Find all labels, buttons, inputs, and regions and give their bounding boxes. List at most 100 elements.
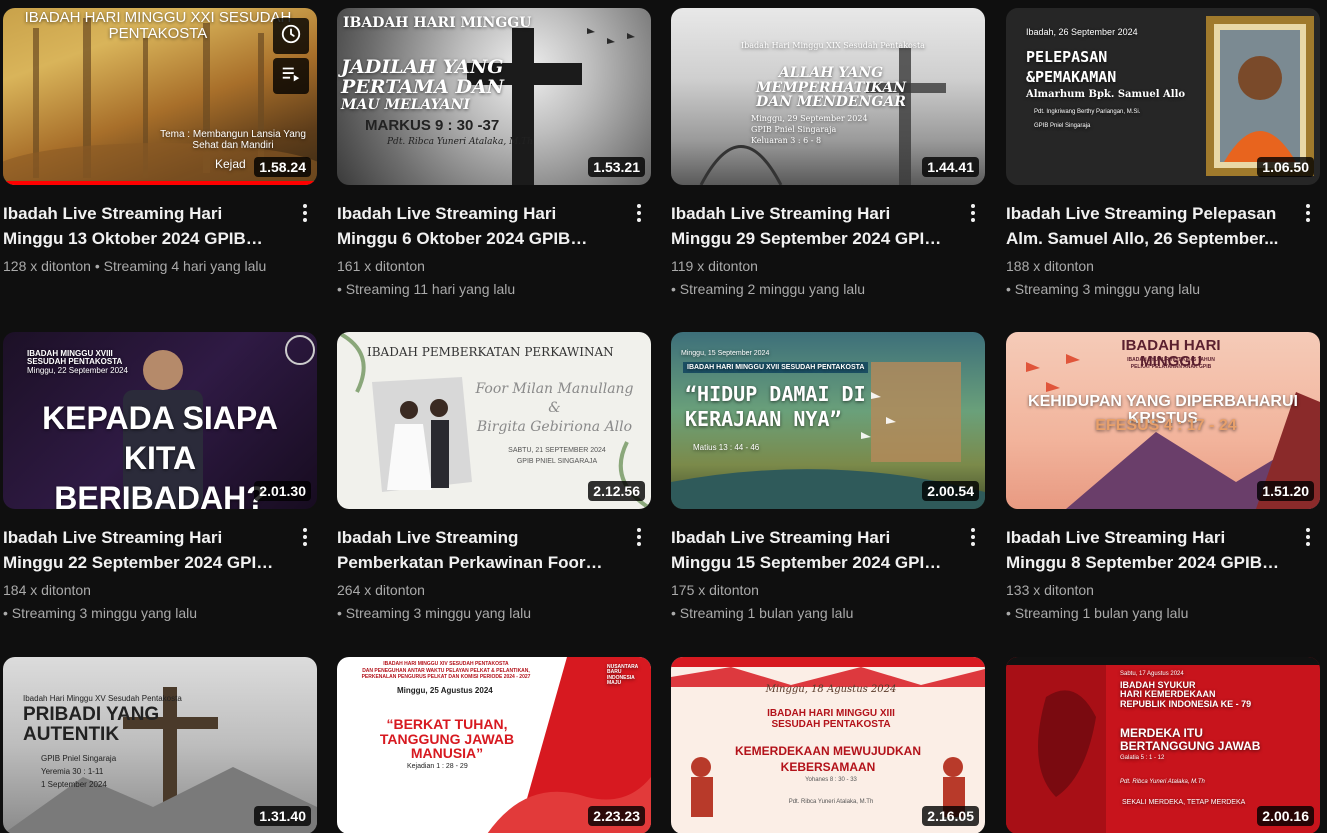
thumb-title: JADILAH YANG PERTAMA DAN MAU MELAYANI	[341, 56, 505, 113]
thumb-motto: SEKALI MERDEKA, TETAP MERDEKA	[1122, 799, 1246, 806]
video-thumbnail[interactable]: IBADAH PEMBERKATAN PERKAWINAN Foor Milan…	[337, 332, 651, 509]
thumb-heading: IBADAH HARI MINGGU XVII SESUDAH PENTAKOS…	[683, 362, 869, 374]
video-title[interactable]: Ibadah Live Streaming Pemberkatan Perkaw…	[337, 525, 617, 575]
more-vert-icon	[971, 528, 975, 546]
thumb-subheading: IBADAH SYUKUR HUT KE-65 TAHUN PELKAT PELA…	[1127, 357, 1215, 370]
thumb-title: MERDEKA ITU BERTANGGUNG JAWAB	[1120, 726, 1261, 753]
duration-badge: 1.06.50	[1257, 157, 1314, 177]
watch-later-button[interactable]	[273, 18, 309, 54]
more-actions-button[interactable]	[1296, 525, 1320, 549]
thumb-reading: Kejad	[215, 157, 246, 171]
more-actions-button[interactable]	[627, 201, 651, 225]
thumb-preacher: Pdt. Ribca Yuneri Atalaka, M.Th	[788, 799, 874, 805]
duration-badge: 2.00.16	[1257, 806, 1314, 826]
video-thumbnail[interactable]: IBADAH HARI MINGGU XXI SESUDAH PENTAKOSTA…	[3, 8, 317, 185]
more-vert-icon	[303, 528, 307, 546]
thumb-date: Minggu, 25 Agustus 2024	[397, 686, 493, 695]
thumb-title: ALLAH YANG MEMPERHATIKAN DAN MENDENGAR	[755, 65, 907, 111]
thumb-date: Ibadah, 26 September 2024	[1026, 27, 1138, 37]
add-to-queue-button[interactable]	[273, 58, 309, 94]
thumb-details: Pdt. Ingkriwang Berthy Pariangan, M.Si. G…	[1034, 109, 1141, 129]
video-title[interactable]: Ibadah Live Streaming Hari Minggu 6 Okto…	[337, 201, 617, 251]
video-metadata: 264 x ditonton • Streaming 3 minggu yang …	[337, 582, 532, 621]
more-actions-button[interactable]	[1296, 201, 1320, 225]
video-title[interactable]: Ibadah Live Streaming Hari Minggu 13 Okt…	[3, 201, 283, 251]
thumb-reading: Galatia 5 : 1 - 12	[1120, 755, 1165, 761]
video-card[interactable]: IBADAH PEMBERKATAN PERKAWINAN Foor Milan…	[337, 332, 651, 625]
duration-badge: 2.23.23	[588, 806, 645, 826]
thumb-preacher: Pdt. Ribca Yuneri Atalaka, M.Th	[1120, 779, 1205, 785]
thumb-date: Sabtu, 17 Agustus 2024	[1120, 671, 1184, 677]
video-metadata: 175 x ditonton • Streaming 1 bulan yang l…	[671, 582, 854, 621]
video-card[interactable]: Sabtu, 17 Agustus 2024 IBADAH SYUKUR HARI…	[1006, 657, 1320, 833]
video-thumbnail[interactable]: IBADAH HARI MINGGU XIV SESUDAH PENTAKOST…	[337, 657, 651, 833]
thumb-title: KEMERDEKAAN MEWUJUDKAN KEBERSAMAAN	[735, 744, 921, 775]
more-vert-icon	[637, 528, 641, 546]
duration-badge: 2.12.56	[588, 481, 645, 501]
video-card[interactable]: Minggu, 18 Agustus 2024 IBADAH HARI MING…	[671, 657, 985, 833]
video-card[interactable]: IBADAH MINGGU XVIII SESUDAH PENTAKOSTA Min…	[3, 332, 317, 625]
more-actions-button[interactable]	[293, 525, 317, 549]
more-vert-icon	[1306, 204, 1310, 222]
video-title[interactable]: Ibadah Live Streaming Hari Minggu 29 Sep…	[671, 201, 951, 251]
more-vert-icon	[971, 204, 975, 222]
video-metadata: 128 x ditonton • Streaming 4 hari yang l…	[3, 258, 267, 274]
video-thumbnail[interactable]: IBADAH MINGGU XVIII SESUDAH PENTAKOSTA Min…	[3, 332, 317, 509]
video-thumbnail[interactable]: Ibadah Hari Minggu XV Sesudah Pentakosta…	[3, 657, 317, 833]
thumb-theme: Tema : Membangun Lansia Yang Sehat dan Ma…	[160, 129, 306, 151]
video-thumbnail[interactable]: Minggu, 18 Agustus 2024 IBADAH HARI MING…	[671, 657, 985, 833]
duration-badge: 1.31.40	[254, 806, 311, 826]
video-card[interactable]: Minggu, 15 September 2024 IBADAH HARI MI…	[671, 332, 985, 625]
more-vert-icon	[303, 204, 307, 222]
duration-badge: 2.01.30	[254, 481, 311, 501]
thumb-title: “BERKAT TUHAN, TANGGUNG JAWAB MANUSIA”	[379, 716, 515, 762]
video-card[interactable]: Ibadah, 26 September 2024 PELEPASAN &PEMA…	[1006, 8, 1320, 301]
more-actions-button[interactable]	[627, 525, 651, 549]
queue-icon	[280, 63, 302, 90]
more-actions-button[interactable]	[961, 201, 985, 225]
video-metadata: 119 x ditonton • Streaming 2 minggu yang …	[671, 258, 866, 297]
duration-badge: 1.53.21	[588, 157, 645, 177]
thumb-reading: EFESUS 4 : 17 - 24	[1095, 417, 1237, 434]
video-thumbnail[interactable]: Sabtu, 17 Agustus 2024 IBADAH SYUKUR HARI…	[1006, 657, 1320, 833]
video-title[interactable]: Ibadah Live Streaming Pelepasan Alm. Sam…	[1006, 201, 1286, 251]
more-actions-button[interactable]	[961, 525, 985, 549]
thumb-details: Minggu, 29 September 2024 GPIB Pniel Sing…	[751, 114, 868, 146]
video-card[interactable]: IBADAH HARI MINGGU JADILAH YANG PERTAMA D…	[337, 8, 651, 301]
thumb-date: Minggu, 15 September 2024	[681, 350, 770, 357]
thumb-heading: IBADAH PEMBERKATAN PERKAWINAN	[367, 345, 614, 359]
duration-badge: 2.16.05	[922, 806, 979, 826]
thumb-date: Minggu, 18 Agustus 2024	[765, 684, 897, 695]
thumb-heading: Ibadah Hari Minggu XIX Sesudah Pentakost…	[741, 41, 925, 50]
video-card[interactable]: Ibadah Hari Minggu XV Sesudah Pentakosta…	[3, 657, 317, 833]
thumb-title: PELEPASAN &PEMAKAMAN	[1026, 48, 1117, 86]
video-card[interactable]: IBADAH HARI MINGGU XXI SESUDAH PENTAKOSTA…	[3, 8, 317, 278]
video-card[interactable]: IBADAH HARI MINGGU IBADAH SYUKUR HUT KE-…	[1006, 332, 1320, 625]
thumb-details: SABTU, 21 SEPTEMBER 2024 GPIB PNIEL SINGA…	[508, 447, 606, 465]
video-title[interactable]: Ibadah Live Streaming Hari Minggu 22 Sep…	[3, 525, 283, 575]
thumb-reading: MARKUS 9 : 30 -37	[365, 117, 500, 134]
thumb-preacher: Pdt. Ribca Yuneri Atalaka, M.Th	[387, 137, 533, 147]
duration-badge: 1.51.20	[1257, 481, 1314, 501]
video-thumbnail[interactable]: IBADAH HARI MINGGU IBADAH SYUKUR HUT KE-…	[1006, 332, 1320, 509]
duration-badge: 1.58.24	[254, 157, 311, 177]
duration-badge: 2.00.54	[922, 481, 979, 501]
more-actions-button[interactable]	[293, 201, 317, 225]
video-title[interactable]: Ibadah Live Streaming Hari Minggu 15 Sep…	[671, 525, 951, 575]
video-title[interactable]: Ibadah Live Streaming Hari Minggu 8 Sept…	[1006, 525, 1286, 575]
duration-badge: 1.44.41	[922, 157, 979, 177]
thumb-heading: IBADAH HARI MINGGU XIV SESUDAH PENTAKOST…	[361, 661, 531, 680]
thumb-heading: IBADAH HARI MINGGU	[343, 15, 532, 31]
video-card[interactable]: Ibadah Hari Minggu XIX Sesudah Pentakost…	[671, 8, 985, 301]
video-card[interactable]: IBADAH HARI MINGGU XIV SESUDAH PENTAKOST…	[337, 657, 651, 833]
clock-icon	[280, 23, 302, 50]
video-thumbnail[interactable]: Minggu, 15 September 2024 IBADAH HARI MI…	[671, 332, 985, 509]
thumb-deceased-name: Almarhum Bpk. Samuel Allo	[1026, 89, 1186, 100]
thumb-logo-text: NUSANTARA BARU INDONESIA MAJU	[607, 664, 639, 686]
video-thumbnail[interactable]: Ibadah, 26 September 2024 PELEPASAN &PEMA…	[1006, 8, 1320, 185]
video-metadata: 184 x ditonton • Streaming 3 minggu yang …	[3, 582, 198, 621]
thumb-reading: Matius 13 : 44 - 46	[693, 443, 760, 452]
thumb-reading: Yohanes 8 : 30 - 33	[805, 777, 857, 783]
video-thumbnail[interactable]: Ibadah Hari Minggu XIX Sesudah Pentakost…	[671, 8, 985, 185]
video-thumbnail[interactable]: IBADAH HARI MINGGU JADILAH YANG PERTAMA D…	[337, 8, 651, 185]
